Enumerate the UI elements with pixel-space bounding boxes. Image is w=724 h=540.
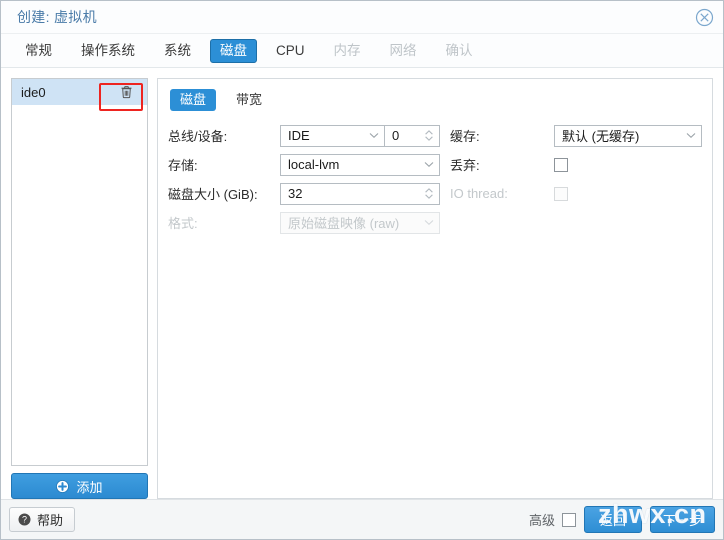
wizard-tabbar: 常规 操作系统 系统 磁盘 CPU 内存 网络 确认 [1,34,723,68]
question-circle-icon: ? [18,513,31,526]
io-thread-checkbox [554,186,568,201]
field-io-thread-label: IO thread: [450,186,508,201]
plus-circle-icon [56,479,70,493]
subtab-bandwidth[interactable]: 带宽 [226,89,272,111]
list-item[interactable]: ide0 [12,79,147,105]
device-name: ide0 [21,84,46,100]
chevron-down-icon [366,132,382,139]
tab-memory: 内存 [333,42,361,58]
add-disk-label: 添加 [76,479,103,495]
footer-actions: 高级 返回 下一步 [529,506,715,533]
field-bus-device-label: 总线/设备: [168,129,228,144]
trash-icon[interactable] [109,80,143,104]
field-storage: 存储: local-lvm [168,150,440,179]
field-discard: 丢弃: [450,150,702,179]
stepper-arrows-icon[interactable] [421,129,437,142]
format-value: 原始磁盘映像 (raw) [288,216,400,231]
field-storage-label: 存储: [168,158,198,173]
field-bus-device: 总线/设备: IDE 0 [168,121,440,150]
cache-select[interactable]: 默认 (无缓存) [554,124,702,147]
help-label: 帮助 [37,513,64,528]
tab-os[interactable]: 操作系统 [71,39,145,63]
field-discard-label: 丢弃: [450,158,480,173]
svg-text:?: ? [22,515,27,525]
advanced-label: 高级 [528,513,555,528]
bus-device-select[interactable]: IDE [280,124,385,147]
disk-size-value: 32 [288,186,303,201]
disk-size-stepper[interactable]: 32 [280,182,440,205]
cache-value: 默认 (无缓存) [562,129,640,144]
dialog-body: ide0 添加 磁盘 带宽 总线/设备: IDE 0 存储: local-lvm… [1,68,723,499]
tab-general[interactable]: 常规 [15,39,62,63]
back-button[interactable]: 返回 [583,506,642,533]
disk-subtabs: 磁盘 带宽 [170,89,702,111]
device-list[interactable]: ide0 [11,78,148,466]
field-disk-size-label: 磁盘大小 (GiB): [168,187,258,202]
form-column-left: 总线/设备: IDE 0 存储: local-lvm 磁盘大小 (GiB): 3… [168,121,440,237]
bus-device-index-value: 0 [392,128,400,143]
bus-device-index-stepper[interactable]: 0 [385,124,440,147]
next-button[interactable]: 下一步 [649,506,715,533]
advanced-checkbox[interactable] [561,512,576,527]
field-cache: 缓存: 默认 (无缓存) [450,121,702,150]
chevron-down-icon [421,161,437,168]
field-format-label: 格式: [168,216,198,231]
field-format: 格式: 原始磁盘映像 (raw) [168,208,440,237]
tab-system[interactable]: 系统 [154,39,201,63]
chevron-down-icon [683,132,699,139]
stepper-arrows-icon[interactable] [421,187,437,200]
storage-select[interactable]: local-lvm [280,153,440,176]
format-select: 原始磁盘映像 (raw) [280,211,440,234]
discard-checkbox[interactable] [554,157,568,172]
form-column-right: 缓存: 默认 (无缓存) 丢弃: IO thread: [450,121,702,237]
dialog-footer: ? 帮助 高级 返回 下一步 [1,499,723,539]
tab-confirm: 确认 [445,42,473,58]
field-disk-size: 磁盘大小 (GiB): 32 [168,179,440,208]
chevron-down-icon [421,219,437,226]
field-io-thread: IO thread: [450,179,702,208]
close-icon[interactable] [693,6,715,28]
add-disk-button[interactable]: 添加 [11,473,148,499]
device-panel: ide0 添加 [11,78,148,499]
field-cache-label: 缓存: [450,129,480,144]
disk-form: 总线/设备: IDE 0 存储: local-lvm 磁盘大小 (GiB): 3… [168,121,702,237]
bus-device-value: IDE [288,128,310,143]
subtab-disk[interactable]: 磁盘 [170,89,217,111]
dialog-titlebar: 创建: 虚拟机 [1,1,723,34]
disk-settings-panel: 磁盘 带宽 总线/设备: IDE 0 存储: local-lvm 磁盘大小 (G… [157,78,713,499]
help-button[interactable]: ? 帮助 [9,507,76,532]
tab-network: 网络 [389,42,417,58]
tab-disks[interactable]: 磁盘 [210,38,257,63]
create-vm-dialog: 创建: 虚拟机 常规 操作系统 系统 磁盘 CPU 内存 网络 确认 ide0 [0,0,724,540]
tab-cpu[interactable]: CPU [266,39,315,63]
dialog-title: 创建: 虚拟机 [17,9,97,25]
storage-value: local-lvm [288,157,340,172]
